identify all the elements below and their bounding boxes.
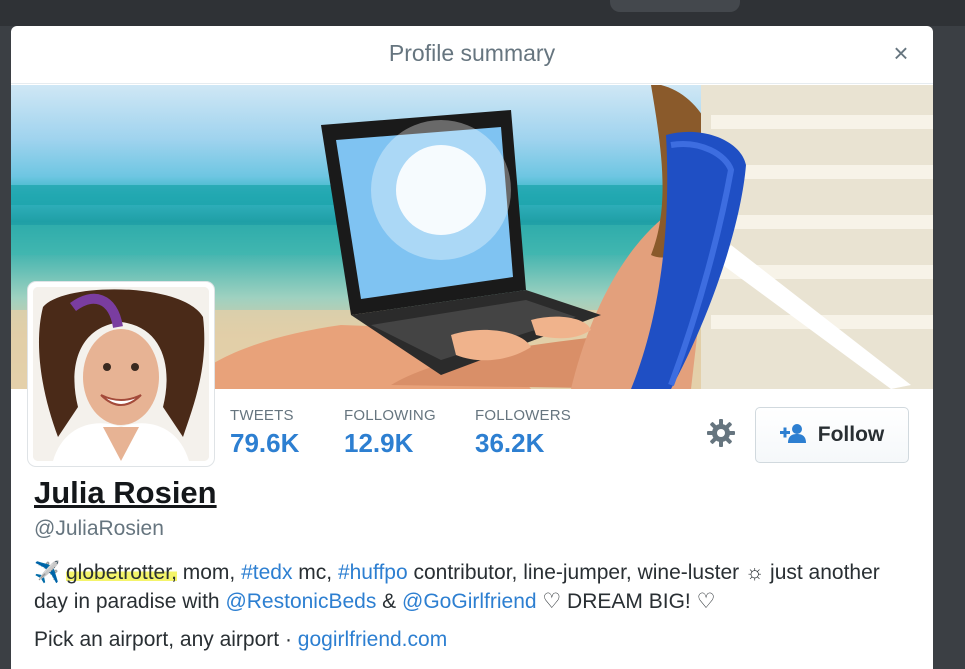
- profile-website-link[interactable]: gogirlfriend.com: [298, 628, 447, 651]
- stat-following[interactable]: FOLLOWING 12.9K: [344, 407, 436, 459]
- airplane-icon: ✈️: [34, 561, 61, 584]
- profile-summary-modal: Profile summary × TWEETS 79.6K FOLLOWING…: [11, 26, 933, 669]
- backdrop-search-pill: [610, 0, 740, 12]
- stat-following-value: 12.9K: [344, 428, 414, 458]
- avatar-photo: [33, 287, 209, 461]
- stat-followers-label: FOLLOWERS: [475, 407, 571, 424]
- mention-restonicbeds[interactable]: @RestonicBeds: [225, 590, 376, 613]
- follow-button-label: Follow: [817, 423, 885, 446]
- avatar[interactable]: [28, 282, 214, 466]
- mention-gogirlfriend[interactable]: @GoGirlfriend: [402, 590, 537, 613]
- profile-handle: @JuliaRosien: [34, 517, 164, 540]
- close-icon[interactable]: ×: [889, 40, 913, 66]
- browser-backdrop: [0, 0, 965, 26]
- stat-tweets-label: TWEETS: [230, 407, 294, 424]
- bio-text-2: mc,: [292, 561, 338, 584]
- gear-icon[interactable]: [705, 417, 737, 449]
- separator-dot: ·: [279, 628, 298, 651]
- profile-location-line: Pick an airport, any airport · gogirlfri…: [34, 628, 447, 652]
- stat-followers-value: 36.2K: [475, 428, 545, 458]
- modal-title: Profile summary: [388, 40, 556, 66]
- stat-following-label: FOLLOWING: [344, 407, 436, 424]
- stat-tweets-value: 79.6K: [230, 428, 300, 458]
- hashtag-tedx[interactable]: #tedx: [241, 561, 292, 584]
- stat-tweets[interactable]: TWEETS 79.6K: [230, 407, 299, 459]
- profile-location: Pick an airport, any airport: [34, 628, 280, 651]
- add-user-icon: [779, 423, 808, 448]
- modal-header: Profile summary ×: [11, 26, 933, 84]
- profile-bio: ✈️ globetrotter, mom, #tedx mc, #huffpo …: [34, 558, 914, 616]
- bio-text-1: mom,: [176, 561, 242, 584]
- stat-followers[interactable]: FOLLOWERS 36.2K: [475, 407, 571, 459]
- bio-highlighted-word: globetrotter,: [66, 561, 177, 584]
- hashtag-huffpo[interactable]: #huffpo: [338, 561, 408, 584]
- bio-text-5: ♡ DREAM BIG! ♡: [536, 590, 716, 613]
- bio-text-4: &: [376, 590, 403, 613]
- follow-button[interactable]: Follow: [755, 407, 909, 463]
- profile-name[interactable]: Julia Rosien: [34, 475, 217, 511]
